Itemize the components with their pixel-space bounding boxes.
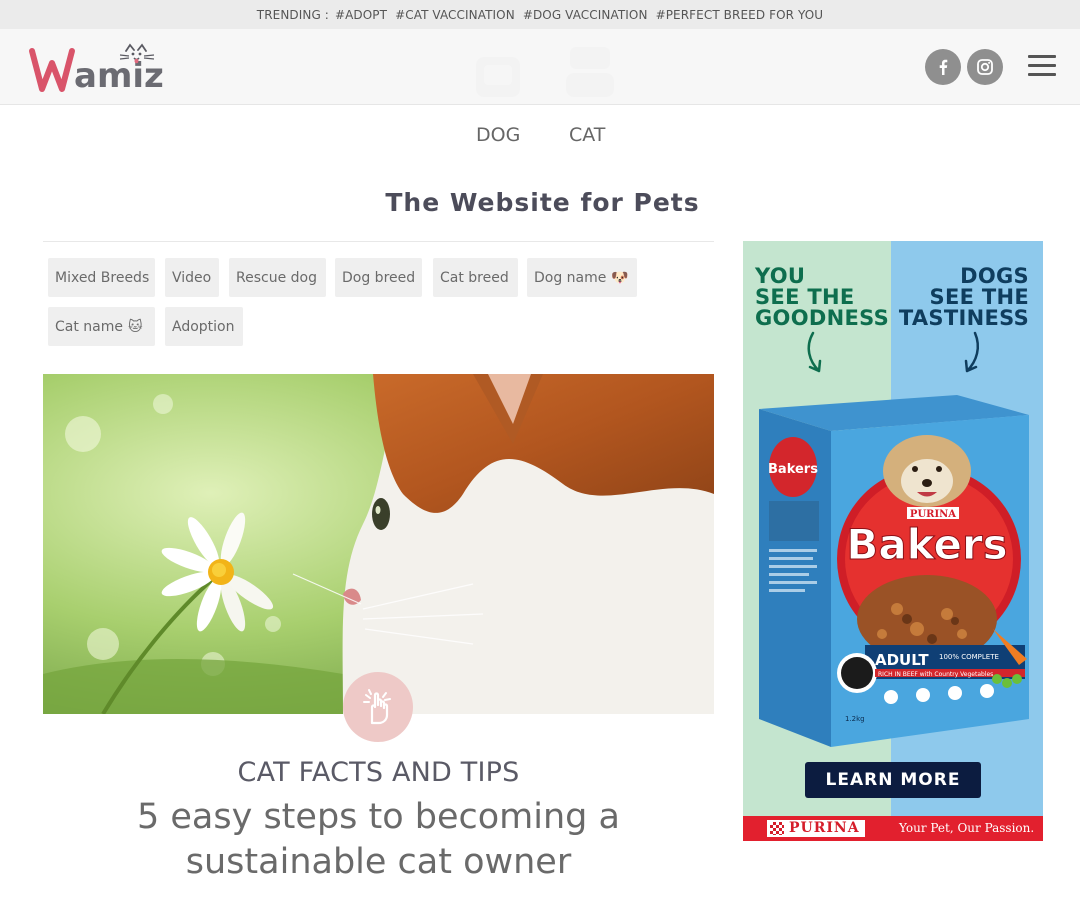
divider [43, 241, 714, 242]
tag-label: Dog name [534, 269, 607, 286]
purina-logo: PURINA [767, 820, 865, 837]
wamiz-logo[interactable]: amiz [28, 37, 178, 97]
nav-item-cat[interactable]: CAT [569, 124, 605, 146]
ad-tagline: Your Pet, Our Passion. [899, 821, 1035, 835]
svg-text:amiz: amiz [74, 56, 164, 96]
tag-video[interactable]: Video [165, 258, 219, 297]
tag-cat-breed[interactable]: Cat breed [433, 258, 518, 297]
trending-bar: TRENDING : #ADOPT #CAT VACCINATION #DOG … [0, 0, 1080, 29]
trending-link-adopt[interactable]: #ADOPT [335, 8, 387, 22]
tag-dog-breed[interactable]: Dog breed [335, 258, 422, 297]
dog-emoji-icon: 🐶 [611, 269, 629, 286]
ad-box-brand: Bakers [846, 520, 1007, 569]
tag-label: Rescue dog [236, 269, 317, 286]
nav-item-dog[interactable]: DOG [476, 124, 520, 146]
article-headline[interactable]: 5 easy steps to becoming a sustainable c… [43, 795, 714, 885]
ad-box-variant: ADULT [875, 651, 929, 669]
article-hero-image[interactable] [43, 374, 714, 714]
ad-right-headline: DOGS SEE THE TASTINESS [899, 266, 1029, 329]
tag-label: Video [172, 269, 212, 286]
tag-label: Cat name [55, 318, 123, 335]
tag-mixed-breeds[interactable]: Mixed Breeds [48, 258, 155, 297]
page-title: The Website for Pets [385, 188, 700, 217]
ad-box-subline: RICH IN BEEF with Country Vegetables [878, 671, 993, 678]
instagram-icon[interactable] [967, 49, 1003, 85]
tag-rescue-dog[interactable]: Rescue dog [229, 258, 326, 297]
ad-box-badge: 100% COMPLETE [939, 653, 999, 661]
ad-footer: PURINA Your Pet, Our Passion. [743, 816, 1043, 841]
tag-cat-name[interactable]: Cat name 🐱 [48, 307, 155, 346]
tag-label: Cat breed [440, 269, 509, 286]
ad-arrows [807, 331, 979, 373]
ad-right-headline-line: SEE THE [929, 285, 1029, 309]
ad-left-headline-line: YOU [755, 264, 806, 288]
bakers-product-box: Bakers PURINA Bakers ADULT 100% COMPLETE… [759, 395, 1029, 747]
tag-adoption[interactable]: Adoption [165, 307, 243, 346]
trending-label: TRENDING : [256, 7, 329, 22]
ad-box-weight: 1.2kg [845, 715, 865, 723]
tag-dog-name[interactable]: Dog name 🐶 [527, 258, 637, 297]
trending-link-dog-vaccination[interactable]: #DOG VACCINATION [523, 8, 648, 22]
site-header: amiz [0, 29, 1080, 105]
article-category[interactable]: CAT FACTS AND TIPS [43, 757, 714, 788]
main-nav: DOG CAT [0, 124, 1080, 150]
purina-checkerboard-icon [770, 822, 784, 835]
cat-emoji-icon: 🐱 [128, 318, 143, 335]
facebook-icon[interactable] [925, 49, 961, 85]
trending-link-perfect-breed[interactable]: #PERFECT BREED FOR YOU [656, 8, 824, 22]
ghost-dog-icon [470, 43, 526, 101]
ad-box-maker: PURINA [910, 509, 956, 520]
ad-left-headline: YOU SEE THE GOODNESS [755, 266, 889, 329]
ghost-cat-icon [562, 43, 618, 101]
learn-more-button[interactable]: LEARN MORE [805, 762, 981, 798]
tag-label: Adoption [172, 318, 235, 335]
ad-left-headline-line: GOODNESS [755, 306, 889, 330]
svg-text:Bakers: Bakers [768, 462, 818, 477]
tag-label: Mixed Breeds [55, 269, 150, 286]
ad-right-headline-line: DOGS [960, 264, 1029, 288]
trending-link-cat-vaccination[interactable]: #CAT VACCINATION [395, 8, 515, 22]
ad-left-headline-line: SEE THE [755, 285, 855, 309]
purina-logo-text: PURINA [789, 820, 860, 836]
tag-label: Dog breed [342, 269, 416, 286]
ad-right-headline-line: TASTINESS [898, 306, 1029, 330]
advertisement[interactable]: YOU SEE THE GOODNESS DOGS SEE THE TASTIN… [743, 241, 1043, 841]
hand-point-icon [343, 672, 413, 742]
hamburger-menu-icon[interactable] [1028, 55, 1056, 77]
